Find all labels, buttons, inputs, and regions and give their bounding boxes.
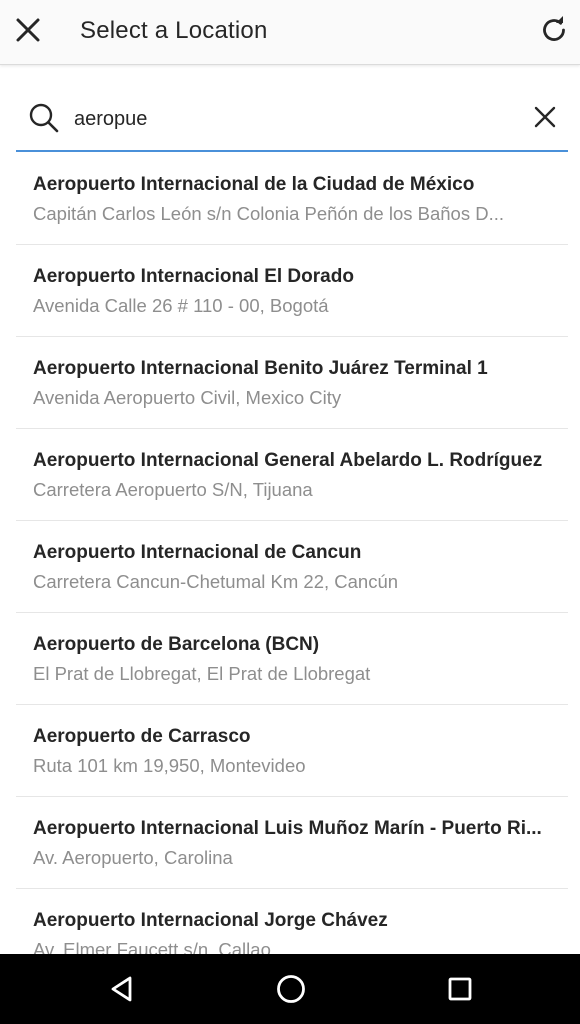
search-icon — [29, 103, 59, 133]
list-item[interactable]: Aeropuerto Internacional Benito Juárez T… — [16, 337, 568, 429]
list-item[interactable]: Aeropuerto Internacional de Cancun Carre… — [16, 521, 568, 613]
search-input[interactable] — [74, 102, 514, 136]
list-item[interactable]: Aeropuerto Internacional de la Ciudad de… — [16, 153, 568, 245]
list-item[interactable]: Aeropuerto Internacional Luis Muñoz Marí… — [16, 797, 568, 889]
location-address: Carretera Aeropuerto S/N, Tijuana — [33, 479, 313, 500]
clear-icon — [534, 106, 556, 128]
clear-search-button[interactable] — [530, 102, 560, 132]
location-name: Aeropuerto Internacional General Abelard… — [33, 450, 543, 471]
location-address: Ruta 101 km 19,950, Montevideo — [33, 755, 306, 776]
close-button[interactable] — [8, 10, 48, 50]
list-item[interactable]: Aeropuerto Internacional General Abelard… — [16, 429, 568, 521]
location-address: Avenida Aeropuerto Civil, Mexico City — [33, 387, 342, 408]
location-address: Carretera Cancun-Chetumal Km 22, Cancún — [33, 571, 399, 592]
nav-home-button[interactable] — [271, 969, 311, 1009]
page-title: Select a Location — [80, 17, 268, 44]
location-name: Aeropuerto Internacional Luis Muñoz Marí… — [33, 818, 542, 839]
nav-recents-button[interactable] — [440, 969, 480, 1009]
home-circle-icon — [277, 975, 305, 1003]
results-list: Aeropuerto Internacional de la Ciudad de… — [0, 153, 580, 954]
list-item[interactable]: Aeropuerto Internacional Jorge Chávez Av… — [16, 889, 568, 954]
app-bar: Select a Location — [0, 0, 580, 65]
list-item[interactable]: Aeropuerto de Barcelona (BCN) El Prat de… — [16, 613, 568, 705]
back-triangle-icon — [111, 976, 132, 1002]
location-name: Aeropuerto Internacional El Dorado — [33, 266, 354, 287]
location-address: El Prat de Llobregat, El Prat de Llobreg… — [33, 663, 371, 684]
location-name: Aeropuerto Internacional de la Ciudad de… — [33, 174, 475, 195]
refresh-button[interactable] — [532, 8, 576, 52]
location-address: Avenida Calle 26 # 110 - 00, Bogotá — [33, 295, 329, 316]
location-name: Aeropuerto Internacional de Cancun — [33, 542, 362, 563]
list-item[interactable]: Aeropuerto de Carrasco Ruta 101 km 19,95… — [16, 705, 568, 797]
location-name: Aeropuerto de Barcelona (BCN) — [33, 634, 320, 655]
location-address: Capitán Carlos León s/n Colonia Peñón de… — [33, 203, 505, 224]
close-icon — [16, 18, 40, 42]
search-bar — [16, 92, 568, 152]
location-name: Aeropuerto de Carrasco — [33, 726, 251, 747]
location-address: Av. Elmer Faucett s/n, Callao — [33, 939, 271, 954]
location-name: Aeropuerto Internacional Benito Juárez T… — [33, 358, 488, 379]
recents-square-icon — [448, 977, 472, 1001]
list-item[interactable]: Aeropuerto Internacional El Dorado Aveni… — [16, 245, 568, 337]
nav-back-button[interactable] — [103, 969, 143, 1009]
refresh-icon — [543, 16, 565, 41]
location-address: Av. Aeropuerto, Carolina — [33, 847, 233, 868]
system-navigation-bar — [0, 954, 580, 1024]
location-name: Aeropuerto Internacional Jorge Chávez — [33, 910, 388, 931]
